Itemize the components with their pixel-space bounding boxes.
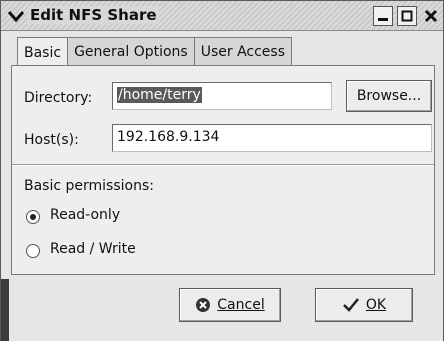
- hosts-value: 192.168.9.134: [117, 129, 220, 145]
- directory-value: /home/terry: [117, 87, 202, 103]
- minimize-icon[interactable]: [373, 6, 393, 26]
- ok-button[interactable]: OK: [315, 288, 413, 322]
- divider: [12, 164, 434, 166]
- cancel-icon: [195, 297, 211, 313]
- tab-user-access[interactable]: User Access: [193, 37, 293, 65]
- window-title: Edit NFS Share: [28, 6, 159, 24]
- window-menu-icon[interactable]: [7, 7, 25, 25]
- permissions-heading: Basic permissions:: [24, 178, 154, 194]
- hosts-input[interactable]: 192.168.9.134: [112, 124, 432, 152]
- radio-read-only[interactable]: [26, 210, 40, 224]
- edit-nfs-share-dialog: Edit NFS Share Basic General Options Use…: [0, 0, 444, 341]
- basic-tab-panel: Directory: /home/terry Browse... Host(s)…: [11, 65, 435, 275]
- directory-label: Directory:: [24, 90, 93, 106]
- tab-general-options[interactable]: General Options: [67, 37, 195, 65]
- browse-button[interactable]: Browse...: [346, 80, 432, 112]
- checkmark-icon: [342, 297, 360, 313]
- directory-input[interactable]: /home/terry: [112, 82, 332, 110]
- cancel-button[interactable]: Cancel: [179, 288, 281, 322]
- title-bar[interactable]: Edit NFS Share: [1, 1, 443, 31]
- tab-bar: Basic General Options User Access: [17, 37, 293, 67]
- read-write-label[interactable]: Read / Write: [50, 241, 136, 257]
- window-edge: [1, 279, 9, 341]
- hosts-label: Host(s):: [24, 132, 79, 148]
- ok-label: OK: [365, 297, 387, 313]
- read-only-label[interactable]: Read-only: [50, 207, 120, 223]
- cancel-label: Cancel: [217, 297, 265, 313]
- tab-basic[interactable]: Basic: [17, 37, 69, 67]
- maximize-icon[interactable]: [397, 6, 417, 26]
- close-icon[interactable]: [421, 6, 441, 26]
- radio-read-write[interactable]: [26, 244, 40, 258]
